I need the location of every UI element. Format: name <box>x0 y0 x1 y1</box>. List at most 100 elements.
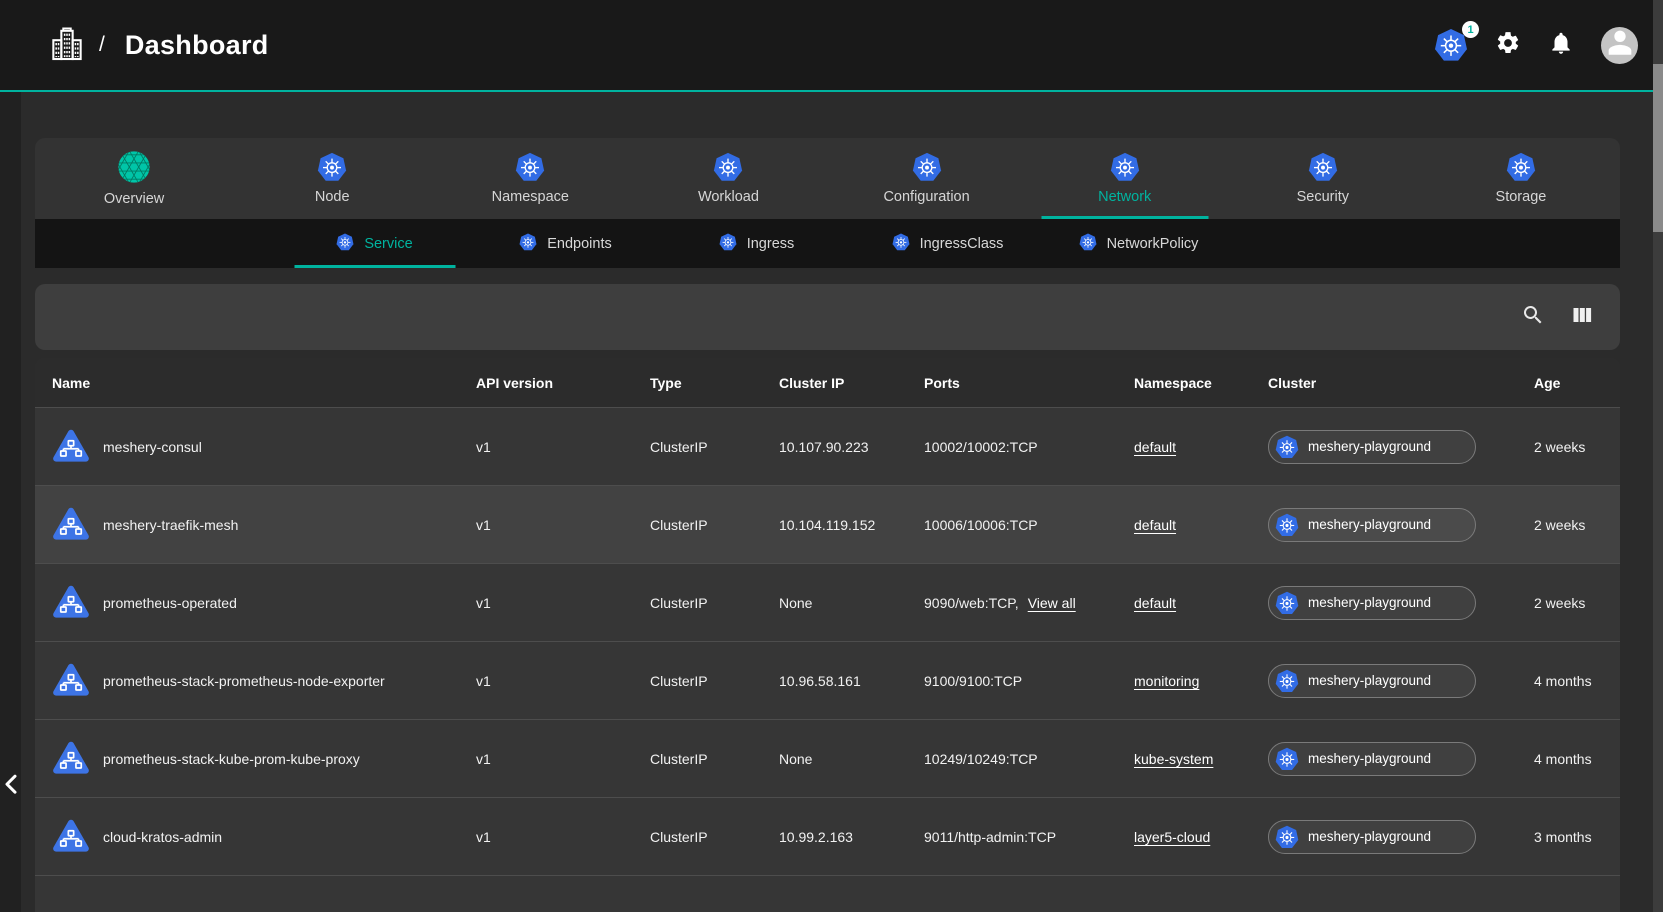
cell-type: ClusterIP <box>650 486 779 563</box>
tab-label: Node <box>315 189 350 205</box>
tab-label: Security <box>1297 189 1349 205</box>
cell-namespace: meshery <box>1134 876 1268 912</box>
cell-age: 2 weeks <box>1534 408 1620 485</box>
namespace-link[interactable]: layer5-cloud <box>1134 829 1210 845</box>
notifications-button[interactable] <box>1548 32 1574 58</box>
collapse-sidebar-button[interactable] <box>3 773 19 797</box>
kubernetes-icon <box>1275 669 1299 693</box>
namespace-link[interactable]: default <box>1134 517 1176 533</box>
kubernetes-icon <box>912 152 942 182</box>
service-icon <box>52 507 90 542</box>
namespace-link[interactable]: kube-system <box>1134 751 1213 767</box>
kubernetes-icon <box>719 233 737 255</box>
table-row[interactable]: cloud-kratos-admin v1 ClusterIP 10.99.2.… <box>35 797 1620 875</box>
tab-namespace[interactable]: Namespace <box>431 138 629 219</box>
table-row[interactable]: prometheus-stack-kube-prom-kube-proxy v1… <box>35 719 1620 797</box>
cell-cluster: meshery-playground <box>1268 408 1534 485</box>
breadcrumb-separator: / <box>99 33 105 57</box>
table-row[interactable]: prometheus-operated v1 ClusterIP None 90… <box>35 563 1620 641</box>
service-name: meshery-traefik-mesh <box>103 517 238 533</box>
namespace-link[interactable]: default <box>1134 439 1176 455</box>
subtab-networkpolicy[interactable]: NetworkPolicy <box>1043 219 1234 268</box>
kubernetes-icon <box>515 152 545 182</box>
user-avatar[interactable] <box>1601 27 1638 64</box>
subtab-service[interactable]: Service <box>279 219 470 268</box>
column-header-cluster: Cluster <box>1268 358 1534 407</box>
cell-cluster: meshery-playground <box>1268 564 1534 641</box>
ports-text: 9100/9100:TCP <box>924 673 1022 689</box>
cluster-chip[interactable]: meshery-playground <box>1268 820 1476 854</box>
cell-cluster: meshery-playground <box>1268 876 1534 912</box>
cell-cluster-ip: None <box>779 564 924 641</box>
settings-button[interactable] <box>1495 32 1521 58</box>
kubernetes-context-button[interactable]: 1 <box>1434 28 1468 62</box>
cluster-chip[interactable]: meshery-playground <box>1268 586 1476 620</box>
kubernetes-icon <box>892 233 910 255</box>
cell-api-version: v1 <box>476 720 650 797</box>
tab-node[interactable]: Node <box>233 138 431 219</box>
table-row[interactable]: meshery meshery-playground <box>35 875 1620 912</box>
cluster-chip[interactable]: meshery-playground <box>1268 664 1476 698</box>
service-icon <box>52 819 90 854</box>
subtab-endpoints[interactable]: Endpoints <box>470 219 661 268</box>
tab-workload[interactable]: Workload <box>629 138 827 219</box>
tab-label: Configuration <box>883 189 969 205</box>
bell-icon <box>1548 30 1574 61</box>
page-title: Dashboard <box>125 30 269 61</box>
kubernetes-icon <box>519 233 537 255</box>
cell-api-version: v1 <box>476 642 650 719</box>
view-all-link[interactable]: View all <box>1028 595 1076 611</box>
table-row[interactable]: meshery-consul v1 ClusterIP 10.107.90.22… <box>35 407 1620 485</box>
ports-text: 10006/10006:TCP <box>924 517 1038 533</box>
search-button[interactable] <box>1521 305 1545 329</box>
cluster-chip[interactable]: meshery-playground <box>1268 430 1476 464</box>
cell-age: 3 months <box>1534 798 1620 875</box>
cell-type <box>650 876 779 912</box>
cell-namespace: kube-system <box>1134 720 1268 797</box>
cell-age: 4 months <box>1534 720 1620 797</box>
kubernetes-icon <box>1275 435 1299 459</box>
namespace-link[interactable]: monitoring <box>1134 673 1199 689</box>
service-icon <box>52 663 90 698</box>
cell-namespace: monitoring <box>1134 642 1268 719</box>
tab-label: Workload <box>698 189 759 205</box>
service-name: prometheus-stack-kube-prom-kube-proxy <box>103 751 360 767</box>
tab-network[interactable]: Network <box>1026 138 1224 219</box>
cell-ports: 9011/http-admin:TCP <box>924 798 1134 875</box>
cell-namespace: layer5-cloud <box>1134 798 1268 875</box>
columns-button[interactable] <box>1570 305 1594 329</box>
cluster-chip[interactable]: meshery-playground <box>1268 742 1476 776</box>
sidebar-rail <box>0 92 21 912</box>
table-row[interactable]: prometheus-stack-prometheus-node-exporte… <box>35 641 1620 719</box>
cell-namespace: default <box>1134 408 1268 485</box>
scrollbar-thumb[interactable] <box>1653 64 1663 232</box>
kubernetes-icon <box>713 152 743 182</box>
cluster-chip[interactable]: meshery-playground <box>1268 508 1476 542</box>
kubernetes-icon <box>1275 747 1299 771</box>
tab-security[interactable]: Security <box>1224 138 1422 219</box>
tab-storage[interactable]: Storage <box>1422 138 1620 219</box>
cell-age: 2 weeks <box>1534 486 1620 563</box>
cluster-name: meshery-playground <box>1308 751 1431 766</box>
scrollbar-track[interactable] <box>1653 0 1663 912</box>
subtab-ingressclass[interactable]: IngressClass <box>852 219 1043 268</box>
cell-cluster-ip: 10.104.119.152 <box>779 486 924 563</box>
cell-name: prometheus-stack-kube-prom-kube-proxy <box>35 720 476 797</box>
column-header-ports: Ports <box>924 358 1134 407</box>
cell-cluster-ip: 10.107.90.223 <box>779 408 924 485</box>
cell-namespace: default <box>1134 564 1268 641</box>
cell-name: meshery-consul <box>35 408 476 485</box>
table-row[interactable]: meshery-traefik-mesh v1 ClusterIP 10.104… <box>35 485 1620 563</box>
cell-api-version: v1 <box>476 798 650 875</box>
columns-icon <box>1570 303 1594 332</box>
kubernetes-icon <box>317 152 347 182</box>
tab-overview[interactable]: Overview <box>35 138 233 219</box>
subtab-ingress[interactable]: Ingress <box>661 219 852 268</box>
cell-ports: 9090/web:TCP,View all <box>924 564 1134 641</box>
table-toolbar <box>35 284 1620 350</box>
service-icon <box>52 741 90 776</box>
organization-icon[interactable] <box>51 27 83 63</box>
namespace-link[interactable]: default <box>1134 595 1176 611</box>
tab-configuration[interactable]: Configuration <box>828 138 1026 219</box>
column-header-name: Name <box>35 358 476 407</box>
